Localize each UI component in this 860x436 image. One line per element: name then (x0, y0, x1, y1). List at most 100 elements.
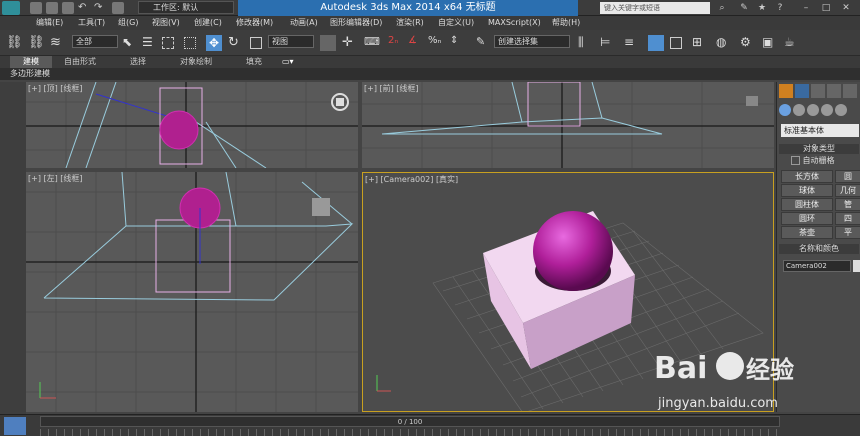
time-slider[interactable]: 0 / 100 (40, 416, 780, 427)
menu-animation[interactable]: 动画(A) (290, 16, 318, 30)
edit-named-selection-icon[interactable]: ✎ (476, 35, 492, 51)
align-icon[interactable]: ⊨ (600, 35, 616, 51)
viewport-front[interactable]: [+] [前] [线框] (362, 82, 774, 168)
viewport-camera-label[interactable]: [+] [Camera002] [真实] (365, 174, 458, 185)
select-object-icon[interactable]: ⬉ (122, 35, 138, 51)
layer-manager-icon[interactable]: ≡ (624, 35, 640, 51)
help-icon[interactable]: ? (774, 2, 786, 14)
spinner-snap-icon[interactable]: ⇕ (450, 35, 466, 51)
autogrid-check-icon[interactable] (791, 156, 800, 165)
project-folder-icon[interactable] (112, 2, 124, 14)
close-icon[interactable]: ✕ (840, 2, 852, 14)
object-name-field[interactable]: Camera002 (783, 260, 851, 272)
hierarchy-tab-icon[interactable] (811, 84, 825, 98)
curve-editor-icon[interactable] (670, 37, 682, 49)
menu-create[interactable]: 创建(C) (194, 16, 222, 30)
render-setup-icon[interactable]: ⚙ (740, 35, 756, 51)
angle-snap-icon[interactable]: ∡ (408, 35, 424, 51)
primitive-type-dropdown[interactable]: 标准基本体 (781, 124, 859, 137)
polygon-modeling-label[interactable]: 多边形建模 (10, 68, 50, 80)
reference-coordinate-dropdown[interactable]: 视图 (268, 35, 314, 48)
workspace-dropdown[interactable]: 工作区: 默认 (138, 1, 234, 14)
viewport-top-label[interactable]: [+] [顶] [线框] (28, 83, 83, 94)
track-bar[interactable] (40, 429, 780, 436)
tab-selection[interactable]: 选择 (130, 56, 146, 68)
maximize-icon[interactable]: □ (820, 2, 832, 14)
menu-modifiers[interactable]: 修改器(M) (236, 16, 273, 30)
select-and-rotate-icon[interactable]: ↻ (228, 35, 244, 51)
select-manipulate-icon[interactable]: ✛ (342, 35, 358, 51)
menu-maxscript[interactable]: MAXScript(X) (488, 16, 541, 30)
keyboard-shortcut-icon[interactable]: ⌨ (364, 35, 380, 51)
mirror-icon[interactable]: ⫼ (578, 35, 594, 51)
shapes-icon[interactable] (793, 104, 805, 116)
ribbon-options-icon[interactable]: ▭▾ (282, 56, 294, 68)
torus-button[interactable]: 圆环 (781, 212, 833, 225)
plane-button[interactable]: 平 (835, 226, 860, 239)
tools-icon[interactable]: ✎ (738, 2, 750, 14)
search-input[interactable]: 键入关键字或短语 (600, 2, 710, 14)
menu-views[interactable]: 视图(V) (152, 16, 180, 30)
unlink-icon[interactable]: ⛓ (28, 35, 45, 51)
menu-customize[interactable]: 自定义(U) (438, 16, 474, 30)
menu-tools[interactable]: 工具(T) (78, 16, 105, 30)
named-selection-dropdown[interactable]: 创建选择集 (494, 35, 570, 48)
lights-icon[interactable] (807, 104, 819, 116)
object-type-rollout[interactable]: 对象类型 (779, 144, 859, 154)
tab-object-paint[interactable]: 对象绘制 (180, 56, 212, 68)
menu-rendering[interactable]: 渲染(R) (396, 16, 424, 30)
motion-tab-icon[interactable] (827, 84, 841, 98)
rectangular-selection-icon[interactable] (162, 37, 174, 49)
viewport-left[interactable]: [+] [左] [线框] (26, 172, 358, 412)
tab-freeform[interactable]: 自由形式 (64, 56, 96, 68)
sphere-button[interactable]: 球体 (781, 184, 833, 197)
menu-help[interactable]: 帮助(H) (552, 16, 580, 30)
modify-tab-icon[interactable] (795, 84, 809, 98)
app-logo-icon[interactable] (2, 1, 20, 15)
display-tab-icon[interactable] (843, 84, 857, 98)
helpers-icon[interactable] (835, 104, 847, 116)
bind-spacewarp-icon[interactable]: ≋ (50, 35, 66, 51)
viewport-front-label[interactable]: [+] [前] [线框] (364, 83, 419, 94)
cone-button[interactable]: 圆 (835, 170, 860, 183)
schematic-view-icon[interactable]: ⊞ (692, 35, 708, 51)
star-icon[interactable]: ★ (756, 2, 768, 14)
mini-listener-icon[interactable] (4, 417, 26, 435)
snaps-toggle-icon[interactable]: 2ₙ (388, 35, 404, 51)
save-file-icon[interactable] (62, 2, 74, 14)
window-crossing-icon[interactable] (184, 37, 196, 49)
material-editor-icon[interactable]: ◍ (716, 35, 732, 51)
select-and-scale-icon[interactable] (250, 37, 262, 49)
percent-snap-icon[interactable]: %ₙ (428, 35, 444, 51)
box-button[interactable]: 长方体 (781, 170, 833, 183)
pyramid-button[interactable]: 四 (835, 212, 860, 225)
tab-modeling[interactable]: 建模 (10, 56, 52, 68)
cameras-icon[interactable] (821, 104, 833, 116)
undo-icon[interactable]: ↶ (78, 2, 90, 14)
create-tab-icon[interactable] (779, 84, 793, 98)
select-by-name-icon[interactable]: ☰ (142, 35, 158, 51)
geometry-icon[interactable] (779, 104, 791, 116)
render-production-icon[interactable]: ☕ (784, 35, 800, 51)
new-file-icon[interactable] (30, 2, 42, 14)
autogrid-checkbox[interactable]: 自动栅格 (791, 156, 860, 166)
teapot-button[interactable]: 茶壶 (781, 226, 833, 239)
name-color-rollout[interactable]: 名称和颜色 (779, 244, 859, 254)
redo-icon[interactable]: ↷ (94, 2, 106, 14)
rendered-frame-icon[interactable]: ▣ (762, 35, 778, 51)
tube-button[interactable]: 管 (835, 198, 860, 211)
minimize-icon[interactable]: – (800, 2, 812, 14)
cylinder-button[interactable]: 圆柱体 (781, 198, 833, 211)
geosphere-button[interactable]: 几何 (835, 184, 860, 197)
graphite-ribbon-icon[interactable] (648, 35, 664, 51)
selection-filter-dropdown[interactable]: 全部 (72, 35, 118, 48)
menu-graph-editors[interactable]: 图形编辑器(D) (330, 16, 382, 30)
link-icon[interactable]: ⛓ (6, 35, 23, 51)
search-icon[interactable]: ⌕ (716, 2, 728, 14)
select-and-move-icon[interactable]: ✥ (206, 35, 222, 51)
tab-populate[interactable]: 填充 (246, 56, 262, 68)
viewport-top[interactable]: [+] [顶] [线框] (26, 82, 358, 168)
object-color-swatch[interactable] (853, 260, 860, 272)
pivot-center-icon[interactable] (320, 35, 336, 51)
viewport-left-label[interactable]: [+] [左] [线框] (28, 173, 83, 184)
